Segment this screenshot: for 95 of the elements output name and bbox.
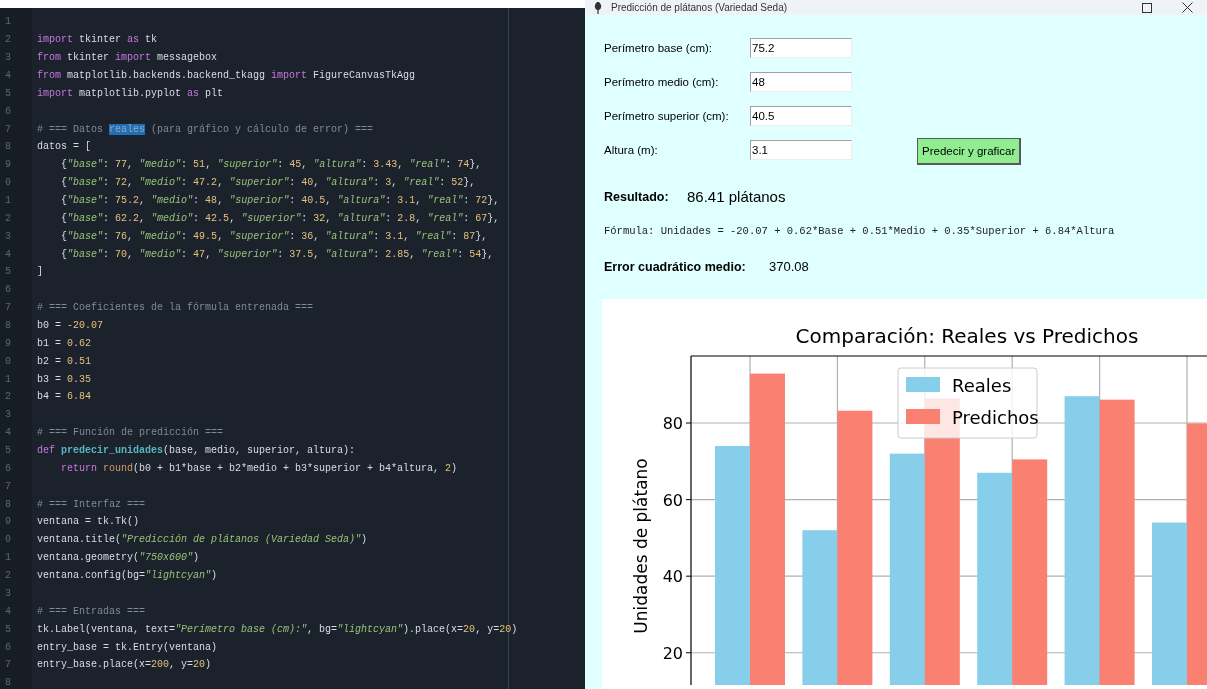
code-line: b3 = 0.35	[37, 373, 92, 385]
field-label: Perímetro superior (cm):	[604, 109, 730, 122]
line-number: 9	[4, 337, 12, 349]
code-line: b4 = 6.84	[37, 391, 92, 403]
code-line: ventana.geometry("750x600")	[37, 552, 200, 564]
line-number: 2	[4, 391, 12, 403]
code-line: b1 = 0.62	[37, 337, 92, 349]
line-number: 0	[4, 355, 12, 367]
window-title: Predicción de plátanos (Variedad Seda)	[611, 2, 788, 13]
line-number: 5	[4, 623, 12, 635]
code-line: ventana.title("Predicción de plátanos (Variedad Seda)")	[37, 534, 368, 546]
code-line: {"base": 75.2, "medio": 48, "superior": 40.5, "altura": 3.1, "real": 72},	[60, 195, 500, 206]
predict-button[interactable]: Predecir y graficar	[917, 138, 1022, 165]
code-line: # === Función de predicción ===	[37, 427, 224, 439]
line-number: 2	[4, 34, 12, 46]
line-number: 5	[4, 266, 12, 278]
line-number: 1	[4, 195, 12, 206]
field-label: Altura (m):	[604, 143, 659, 156]
code-line: # === Interfaz ===	[37, 498, 146, 510]
line-number: 4	[4, 248, 12, 260]
code-line: ventana.config(bg="lightcyan")	[37, 570, 218, 582]
code-line: {"base": 76, "medio": 49.5, "superior": 36, "altura": 3.1, "real": 87},	[60, 230, 488, 242]
result-value: 86.41 plátanos	[687, 188, 786, 205]
line-number: 6	[4, 641, 12, 653]
input-field[interactable]: 3.1	[750, 139, 852, 160]
code-line: return round(b0 + b1*base + b2*medio + b3*superior + b4*altura, 2)	[60, 462, 458, 474]
y-tick-label: 80	[662, 414, 683, 433]
line-number: 5	[4, 87, 12, 99]
input-field[interactable]: 75.2	[750, 37, 852, 58]
line-number: 2	[4, 212, 12, 224]
line-number: 9	[4, 516, 12, 528]
code-line: def predecir_unidades(base, medio, superior, altura):	[37, 445, 356, 457]
line-number: 3	[4, 52, 12, 64]
line-number: 7	[4, 302, 12, 314]
code-line: entry_base.place(x=200, y=20)	[37, 659, 212, 671]
code-line: {"base": 72, "medio": 47.2, "superior": 40, "altura": 3, "real": 52},	[60, 177, 476, 189]
code-line: from tkinter import messagebox	[37, 52, 218, 64]
line-number: 8	[4, 498, 12, 510]
code-line: import matplotlib.pyplot as plt	[37, 87, 224, 99]
code-line: tk.Label(ventana, text="Perímetro base (cm):", bg="lightcyan").place(x=20, y=20)	[37, 623, 518, 635]
line-number: 1	[4, 373, 12, 385]
code-line: # === Entradas ===	[37, 605, 146, 617]
line-number: 8	[4, 677, 12, 689]
input-field[interactable]: 40.5	[750, 105, 852, 126]
code-line: {"base": 77, "medio": 51, "superior": 45, "altura": 3.43, "real": 74},	[60, 159, 482, 171]
y-tick-label: 40	[662, 567, 683, 587]
legend-label: Reales	[952, 375, 1012, 396]
y-tick-label: 20	[662, 643, 683, 663]
code-line: entry_base = tk.Entry(ventana)	[37, 641, 218, 653]
line-number: 8	[4, 320, 12, 332]
code-line: ventana = tk.Tk()	[37, 516, 140, 528]
line-number: 7	[4, 659, 12, 671]
line-number: 6	[4, 462, 12, 474]
line-number: 0	[4, 534, 12, 546]
field-label: Perímetro medio (cm):	[604, 75, 720, 88]
line-number: 6	[4, 105, 12, 117]
y-tick-label: 60	[662, 490, 683, 510]
line-number: 7	[4, 480, 12, 492]
result-label: Resultado:	[604, 189, 670, 204]
line-number: 3	[4, 230, 12, 242]
error-value: 370.08	[769, 259, 809, 274]
code-line: import tkinter as tk	[37, 34, 158, 46]
line-number: 5	[4, 445, 12, 457]
line-number: 7	[4, 123, 12, 135]
feather-icon	[593, 1, 603, 14]
code-line: {"base": 62.2, "medio": 42.5, "superior": 32, "altura": 2.8, "real": 67},	[60, 212, 500, 224]
line-number: 1	[4, 552, 12, 564]
code-line: from matplotlib.backends.backend_tkagg import FigureCanvasTkAgg	[37, 70, 416, 81]
code-line: # === Datos reales (para gráfico y cálculo de error) ===	[37, 123, 374, 135]
y-axis-label: Unidades de plátano	[631, 458, 651, 634]
line-number: 6	[4, 284, 12, 296]
maximize-icon[interactable]	[1142, 2, 1152, 13]
line-number: 3	[4, 409, 12, 421]
line-number: 0	[4, 177, 12, 189]
line-number: 8	[4, 141, 12, 153]
code-line: # === Coeficientes de la fórmula entrenada ===	[37, 302, 314, 314]
legend-label: Predichos	[952, 407, 1039, 428]
code-line: b0 = -20.07	[37, 320, 104, 332]
line-number: 4	[4, 70, 12, 81]
chart-title: Comparación: Reales vs Predichos	[795, 324, 1139, 348]
code-line: datos = [	[37, 141, 91, 153]
line-number: 3	[4, 587, 12, 599]
field-label: Perímetro base (cm):	[604, 41, 713, 54]
line-number: 2	[4, 570, 12, 582]
code-line: b2 = 0.51	[37, 355, 92, 367]
line-number: 4	[4, 605, 12, 617]
close-icon[interactable]	[1182, 2, 1193, 13]
line-number: 1	[4, 16, 12, 28]
line-number: 4	[4, 427, 12, 439]
code-line: {"base": 70, "medio": 47, "superior": 37.5, "altura": 2.85, "real": 54},	[60, 248, 494, 260]
error-label: Error cuadrático medio:	[604, 259, 747, 274]
input-field[interactable]: 48	[750, 71, 852, 92]
formula-text: Fórmula: Unidades = -20.07 + 0.62*Base + 0.51*Medio + 0.35*Superior + 6.84*Altura	[603, 225, 1116, 237]
code-line: ]	[37, 266, 43, 278]
line-number: 9	[4, 159, 12, 171]
